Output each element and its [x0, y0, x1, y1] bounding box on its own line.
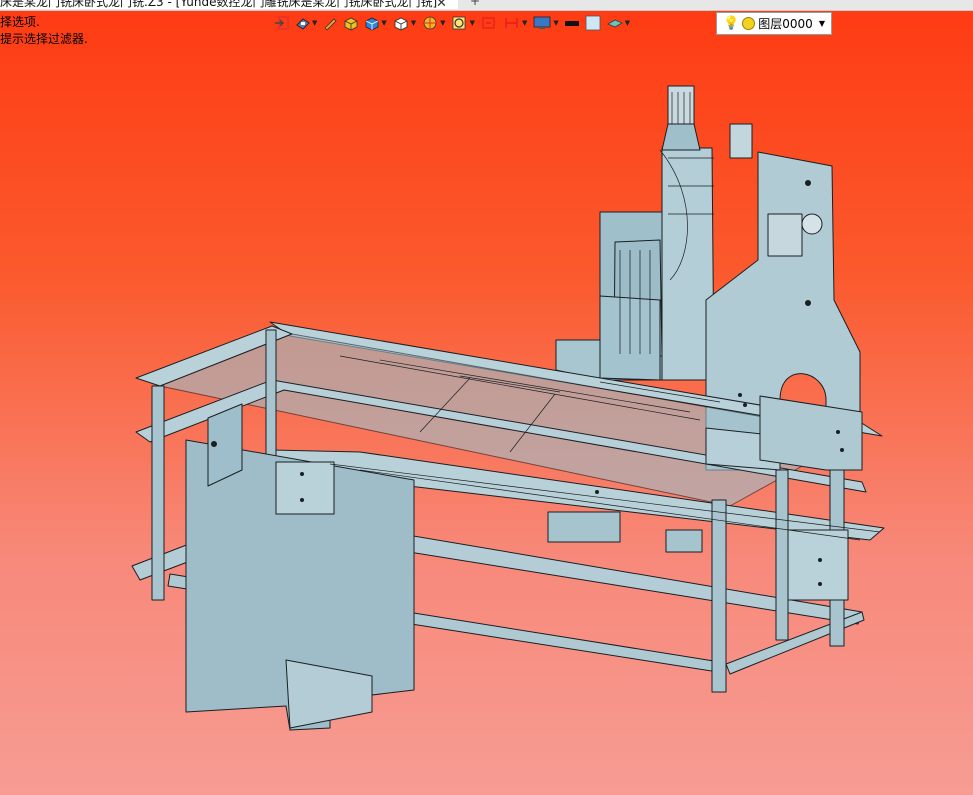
leg-front-left: [151, 385, 165, 601]
cad-viewport[interactable]: [0, 0, 973, 795]
front-carriage-left: [275, 461, 335, 515]
spindle-cap: [729, 123, 753, 159]
front-carriage-right: [787, 529, 849, 601]
y-axis-motor: [767, 213, 803, 257]
mid-block: [547, 511, 621, 543]
right-block: [665, 529, 703, 553]
leg-back-mid: [775, 469, 789, 641]
leg-front-right: [711, 499, 727, 693]
